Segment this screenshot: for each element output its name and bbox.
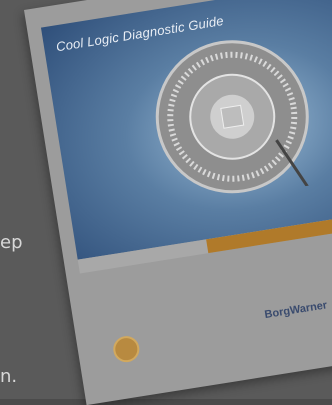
booklet-cover-image: Cool Logic Diagnostic Guide <box>40 0 332 260</box>
brand-logo: BorgWarner <box>263 299 329 322</box>
fan-clutch-illustration <box>155 40 318 201</box>
seal-icon <box>111 334 142 365</box>
article-text-fragment: n. <box>0 366 18 387</box>
article-text-fragment: ep <box>0 232 23 253</box>
